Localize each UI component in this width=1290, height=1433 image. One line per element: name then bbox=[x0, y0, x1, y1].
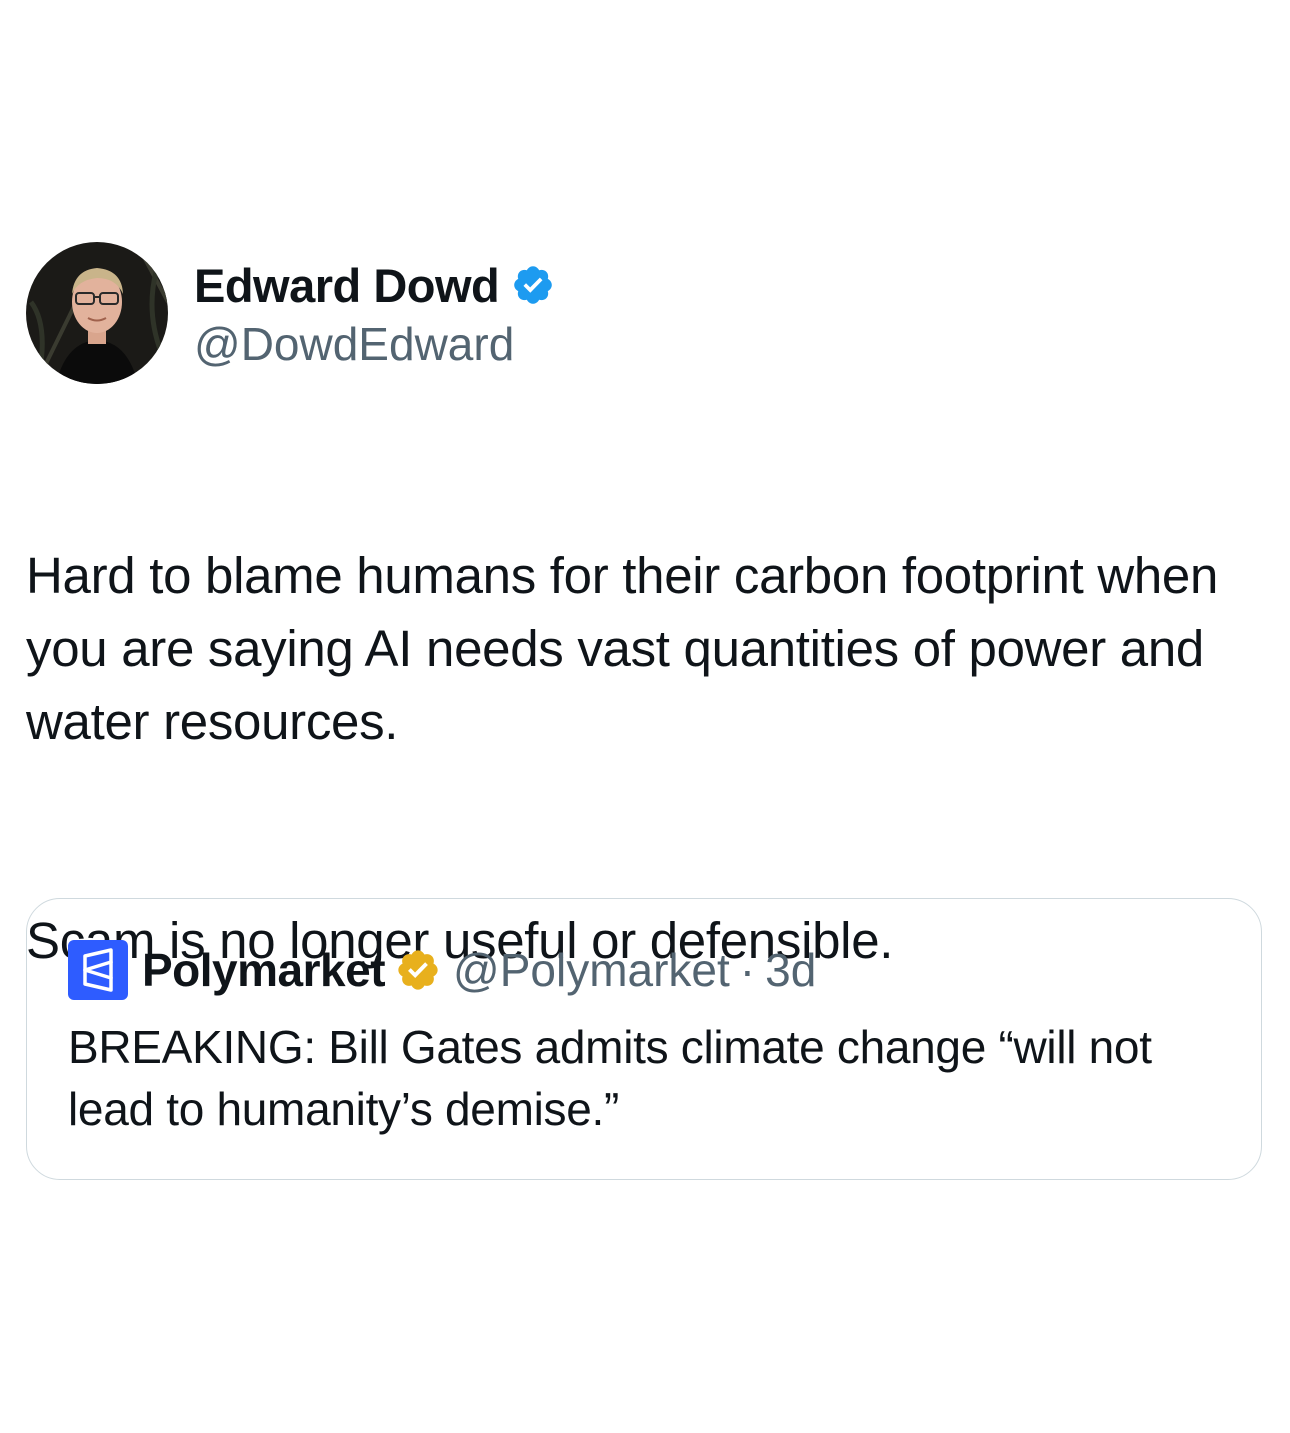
author-handle[interactable]: @DowdEdward bbox=[194, 317, 555, 371]
tweet-header: Edward Dowd @DowdEdward bbox=[26, 242, 1264, 384]
quoted-tweet-text: BREAKING: Bill Gates admits climate chan… bbox=[68, 1021, 1152, 1135]
quoted-author-name[interactable]: Polymarket bbox=[142, 943, 386, 997]
gold-check-icon bbox=[395, 947, 441, 993]
quoted-tweet-header: Polymarket @Polymarket · 3d bbox=[68, 940, 816, 1000]
tweet-paragraph-1: Hard to blame humans for their carbon fo… bbox=[26, 547, 1219, 750]
author-name-row: Edward Dowd bbox=[194, 255, 555, 315]
blue-check-icon bbox=[511, 263, 555, 307]
avatar[interactable] bbox=[26, 242, 168, 384]
polymarket-logo-icon[interactable] bbox=[68, 940, 128, 1000]
quoted-author-handle[interactable]: @Polymarket bbox=[453, 943, 730, 997]
quoted-tweet-timestamp[interactable]: 3d bbox=[765, 943, 816, 997]
quoted-tweet-card[interactable]: Polymarket @Polymarket · 3d BREAKING: Bi… bbox=[26, 898, 1262, 1180]
author-names: Edward Dowd @DowdEdward bbox=[194, 255, 555, 371]
author-display-name[interactable]: Edward Dowd bbox=[194, 258, 500, 313]
separator-dot: · bbox=[739, 944, 756, 996]
avatar-image bbox=[26, 242, 168, 384]
